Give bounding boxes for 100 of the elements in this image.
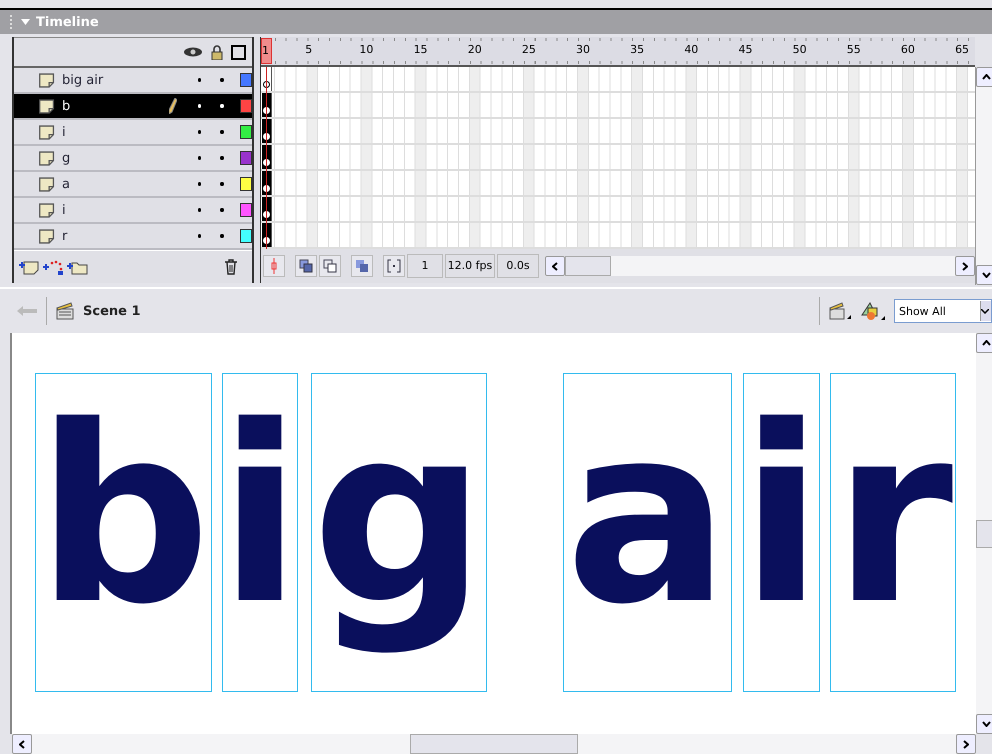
layer-color-swatch[interactable] xyxy=(240,177,252,191)
panel-title: Timeline xyxy=(36,14,99,30)
vertical-scrollbar[interactable] xyxy=(976,333,992,734)
dot-icon[interactable] xyxy=(220,182,224,186)
frame-rate-field: 12.0 fps xyxy=(444,254,495,278)
layer-icon xyxy=(38,96,56,116)
onion-skin-icon xyxy=(298,259,313,273)
clapperboard-icon xyxy=(55,302,75,320)
dot-icon[interactable] xyxy=(220,130,224,134)
layer-name: r xyxy=(62,228,68,244)
layer-color-swatch[interactable] xyxy=(240,203,252,217)
panel-splitter[interactable] xyxy=(252,37,261,283)
layer-name: big air xyxy=(62,72,104,88)
layer-color-swatch[interactable] xyxy=(240,99,252,113)
onion-skin-button[interactable] xyxy=(294,255,317,277)
frame-number: 50 xyxy=(792,43,807,56)
layer-icon xyxy=(38,122,56,142)
outline-icon[interactable] xyxy=(231,44,246,60)
layer-row[interactable]: b xyxy=(14,94,252,120)
chevron-up-icon xyxy=(982,340,990,346)
dot-icon[interactable] xyxy=(220,156,224,160)
scrollbar-thumb[interactable] xyxy=(410,734,578,754)
keyframe[interactable] xyxy=(262,197,272,221)
add-layer-icon[interactable] xyxy=(18,259,40,275)
zoom-dropdown[interactable]: Show All xyxy=(894,299,992,323)
keyframe[interactable] xyxy=(262,67,272,91)
keyframe[interactable] xyxy=(262,145,272,169)
chevron-right-icon xyxy=(963,740,969,748)
playhead[interactable]: 1 xyxy=(260,38,272,64)
chevron-right-icon xyxy=(962,262,968,270)
layer-icon xyxy=(38,70,56,90)
chevron-down-icon xyxy=(982,721,990,727)
frame-number: 60 xyxy=(900,43,915,56)
chevron-up-icon xyxy=(982,74,990,80)
scrollbar-thumb[interactable] xyxy=(564,256,611,276)
layer-color-swatch[interactable] xyxy=(240,151,252,165)
layer-icon xyxy=(38,174,56,194)
horizontal-scrollbar[interactable] xyxy=(12,734,976,754)
chevron-left-icon xyxy=(19,740,25,748)
keyframe[interactable] xyxy=(262,171,272,195)
frame-number: 45 xyxy=(738,43,752,56)
dot-icon[interactable] xyxy=(198,156,202,160)
dot-icon[interactable] xyxy=(198,208,202,212)
text-bounding-box[interactable]: i xyxy=(743,373,820,692)
layer-name: i xyxy=(62,202,67,218)
scroll-right-button[interactable] xyxy=(956,734,976,754)
keyframe[interactable] xyxy=(262,119,272,143)
scroll-right-button[interactable] xyxy=(955,256,975,276)
edit-symbols-icon[interactable] xyxy=(860,301,886,321)
collapse-icon[interactable] xyxy=(21,19,30,25)
dot-icon[interactable] xyxy=(220,78,224,82)
dot-icon[interactable] xyxy=(198,104,202,108)
keyframe[interactable] xyxy=(262,93,272,117)
scrollbar-thumb[interactable] xyxy=(976,520,992,548)
frame-ruler[interactable]: 1 5 10 15 20 25 30 35 40 45 50 55 60 65 xyxy=(260,37,975,67)
layer-color-swatch[interactable] xyxy=(240,125,252,139)
layer-color-swatch[interactable] xyxy=(240,73,252,87)
scroll-up-button[interactable] xyxy=(976,333,992,353)
layer-icon xyxy=(38,226,56,246)
dot-icon[interactable] xyxy=(220,104,224,108)
multiple-frames-icon xyxy=(354,259,369,273)
add-guide-layer-icon[interactable] xyxy=(42,259,64,275)
scroll-down-button[interactable] xyxy=(976,265,992,285)
layer-name: b xyxy=(62,98,72,114)
chevron-down-icon xyxy=(982,272,990,278)
eye-icon[interactable] xyxy=(183,46,203,58)
onion-markers-button[interactable] xyxy=(382,255,405,277)
lock-icon[interactable] xyxy=(211,44,223,60)
dot-icon[interactable] xyxy=(198,78,202,82)
frame-number: 40 xyxy=(684,43,698,56)
trash-icon[interactable] xyxy=(224,259,238,275)
text-bounding-box[interactable]: i xyxy=(222,373,298,692)
frame-number: 30 xyxy=(576,43,590,56)
layer-name: g xyxy=(62,150,72,166)
onion-outline-button[interactable] xyxy=(318,255,341,277)
frame-number: 55 xyxy=(846,43,861,56)
scroll-down-button[interactable] xyxy=(976,714,992,734)
dot-icon[interactable] xyxy=(198,182,202,186)
frame-number: 5 xyxy=(305,43,312,56)
horizontal-scrollbar[interactable] xyxy=(544,256,975,276)
dot-icon[interactable] xyxy=(198,130,202,134)
brackets-icon xyxy=(386,259,401,273)
dot-icon[interactable] xyxy=(198,234,202,238)
frame-number: 20 xyxy=(468,43,482,56)
frame-number: 25 xyxy=(522,43,536,56)
scroll-left-button[interactable] xyxy=(544,256,565,276)
keyframe[interactable] xyxy=(262,223,272,247)
frame-number: 15 xyxy=(414,43,428,56)
vertical-scrollbar[interactable] xyxy=(975,67,992,285)
dot-icon[interactable] xyxy=(220,234,224,238)
center-frame-button[interactable] xyxy=(262,255,285,277)
dot-icon[interactable] xyxy=(220,208,224,212)
scroll-left-button[interactable] xyxy=(12,734,32,754)
layer-color-swatch[interactable] xyxy=(240,229,252,243)
layer-name: a xyxy=(62,176,71,192)
elapsed-time-field: 0.0s xyxy=(496,254,539,278)
scroll-up-button[interactable] xyxy=(976,67,992,87)
edit-scene-icon[interactable] xyxy=(828,302,852,320)
edit-multiple-frames-button[interactable] xyxy=(350,255,373,277)
scene-label[interactable]: Scene 1 xyxy=(83,304,141,318)
